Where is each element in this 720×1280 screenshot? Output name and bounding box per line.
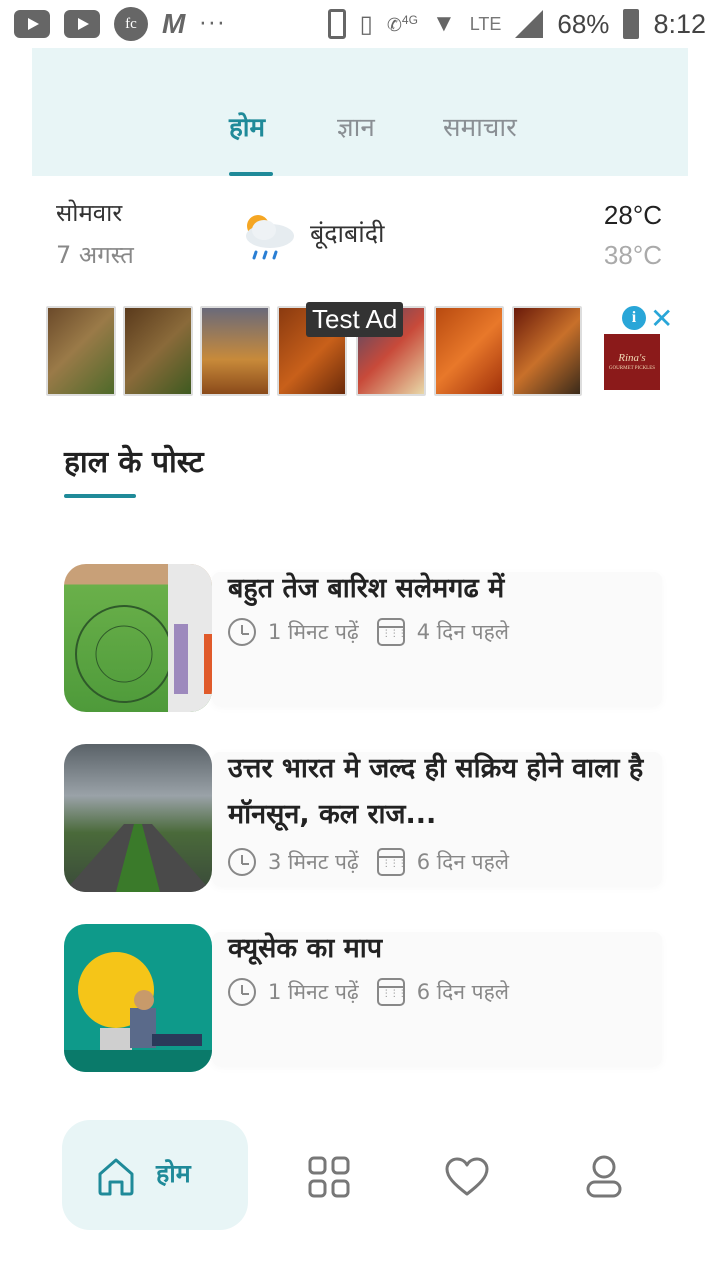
ad-image-pickle-2 xyxy=(123,306,193,396)
post-thumbnail-bulb xyxy=(64,924,212,1072)
ad-image-pickle-7 xyxy=(512,306,582,396)
bottom-nav: होम xyxy=(0,1110,720,1240)
call-4g-icon: ✆4G xyxy=(386,12,418,35)
posted-time: 6 दिन पहले xyxy=(416,850,509,874)
grid-icon[interactable] xyxy=(308,1156,350,1198)
weather-date: 7 अगस्त xyxy=(56,241,134,269)
ad-image-pickle-1 xyxy=(46,306,116,396)
clock-icon xyxy=(228,978,256,1006)
fc-app-icon: fc xyxy=(114,7,148,41)
post-title[interactable]: क्यूसेक का माप xyxy=(228,926,668,972)
nav-home-label: होम xyxy=(156,1159,191,1188)
more-notifications-icon: ··· xyxy=(199,11,227,37)
calendar-icon xyxy=(376,978,406,1006)
active-tab-indicator xyxy=(229,172,273,176)
posted-time: 4 दिन पहले xyxy=(416,620,509,644)
temp-max: 28°C xyxy=(603,200,662,230)
top-tab-bar: होम ज्ञान समाचार xyxy=(32,48,688,176)
ad-brand-logo: Rina's GOURMET PICKLES xyxy=(604,334,660,390)
section-title: हाल के पोस्ट xyxy=(64,445,204,480)
post-title[interactable]: उत्तर भारत मे जल्द ही सक्रिय होने वाला ह… xyxy=(228,746,668,838)
ad-brand-sub: GOURMET PICKLES xyxy=(608,366,656,371)
post-meta: 1 मिनट पढ़ें 4 दिन पहले xyxy=(228,618,509,646)
phone-icon xyxy=(327,9,346,39)
battery-icon xyxy=(623,9,640,39)
ad-brand-name: Rina's xyxy=(618,352,646,364)
tab-home[interactable]: होम xyxy=(229,108,265,144)
youtube-icon xyxy=(64,10,100,38)
post-item[interactable]: बहुत तेज बारिश सलेमगढ में 1 मिनट पढ़ें 4… xyxy=(64,564,664,714)
temp-min: 38°C xyxy=(603,240,662,270)
weather-widget[interactable]: सोमवार 7 अगस्त बूंदाबांदी 28°C 38°C xyxy=(0,190,720,280)
post-item[interactable]: उत्तर भारत मे जल्द ही सक्रिय होने वाला ह… xyxy=(64,744,664,894)
clock-icon xyxy=(228,848,256,876)
ad-label: Test Ad xyxy=(306,302,404,337)
clock: 8:12 xyxy=(653,8,706,39)
clock-icon xyxy=(228,618,256,646)
nav-home-button[interactable]: होम xyxy=(62,1120,248,1230)
tab-knowledge[interactable]: ज्ञान xyxy=(337,108,375,144)
ad-image-pickle-3 xyxy=(200,306,270,396)
battery-percent: 68% xyxy=(557,8,610,39)
calendar-icon xyxy=(376,848,406,876)
tab-news[interactable]: समाचार xyxy=(443,108,517,144)
m-app-icon: M xyxy=(162,8,186,39)
ad-image-pickle-6 xyxy=(434,306,504,396)
home-icon xyxy=(98,1158,134,1196)
vibrate-icon: ▯ xyxy=(359,10,373,38)
read-time: 3 मिनट पढ़ें xyxy=(268,850,359,874)
weather-condition: बूंदाबांदी xyxy=(310,219,385,248)
post-thumbnail-radar xyxy=(64,564,212,712)
cloud-rain-sun-icon xyxy=(246,215,294,260)
ad-info-icon[interactable]: i xyxy=(622,306,646,330)
signal-icon xyxy=(515,10,544,38)
post-meta: 3 मिनट पढ़ें 6 दिन पहले xyxy=(228,848,509,876)
heart-icon[interactable] xyxy=(444,1156,490,1198)
ad-close-icon[interactable]: ✕ xyxy=(650,302,673,335)
profile-icon[interactable] xyxy=(584,1154,624,1200)
section-underline xyxy=(64,494,136,498)
calendar-icon xyxy=(376,618,406,646)
posted-time: 6 दिन पहले xyxy=(416,980,509,1004)
wifi-icon: ▼ xyxy=(431,10,456,37)
ad-banner[interactable]: Test Ad i ✕ Rina's GOURMET PICKLES xyxy=(46,302,678,400)
post-meta: 1 मिनट पढ़ें 6 दिन पहले xyxy=(228,978,509,1006)
weather-day: सोमवार xyxy=(56,199,123,227)
post-title[interactable]: बहुत तेज बारिश सलेमगढ में xyxy=(228,566,668,612)
read-time: 1 मिनट पढ़ें xyxy=(268,980,359,1004)
youtube-icon xyxy=(14,10,50,38)
post-thumbnail-monsoon xyxy=(64,744,212,892)
status-bar: fc M ··· ▯ ✆4G ▼ LTE 68% 8:12 xyxy=(0,0,720,48)
lte-label: LTE xyxy=(469,13,502,34)
read-time: 1 मिनट पढ़ें xyxy=(268,620,359,644)
post-item[interactable]: क्यूसेक का माप 1 मिनट पढ़ें 6 दिन पहले xyxy=(64,924,664,1074)
